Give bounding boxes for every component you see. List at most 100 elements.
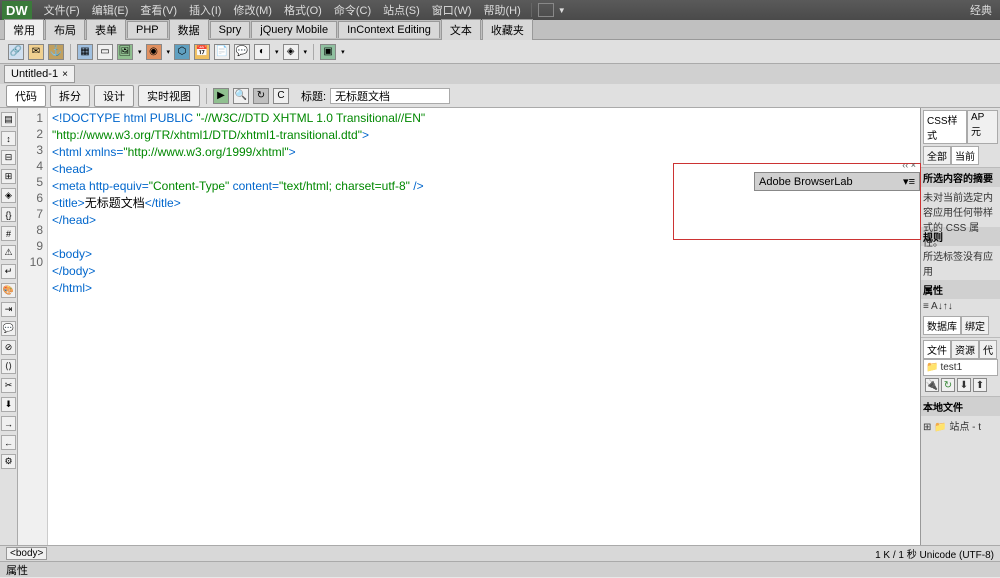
date-icon[interactable]: 📅 bbox=[194, 44, 210, 60]
css-styles-tab[interactable]: CSS样式 bbox=[923, 110, 967, 144]
syntax-coloring-icon[interactable]: 🎨 bbox=[1, 283, 16, 298]
tab-forms[interactable]: 表单 bbox=[86, 19, 126, 40]
div-icon[interactable]: ▭ bbox=[97, 44, 113, 60]
put-icon[interactable]: ⬆ bbox=[973, 378, 987, 392]
get-icon[interactable]: ⬇ bbox=[957, 378, 971, 392]
tab-favorites[interactable]: 收藏夹 bbox=[482, 19, 533, 40]
layout-dropdown[interactable]: ▼ bbox=[558, 6, 566, 15]
properties-bar[interactable]: 属性 bbox=[0, 561, 1000, 577]
document-tab[interactable]: Untitled-1 × bbox=[4, 65, 75, 83]
tag-selector[interactable]: <body> bbox=[6, 547, 47, 560]
tab-jquery-mobile[interactable]: jQuery Mobile bbox=[251, 21, 337, 38]
move-css-icon[interactable]: ⬇ bbox=[1, 397, 16, 412]
menu-site[interactable]: 站点(S) bbox=[377, 2, 426, 18]
css-current-tab[interactable]: 当前 bbox=[951, 146, 979, 165]
title-input[interactable] bbox=[330, 88, 450, 104]
wrap-tag-icon[interactable]: ⟨⟩ bbox=[1, 359, 16, 374]
refresh-icon[interactable]: ↻ bbox=[253, 88, 269, 104]
inspect-icon[interactable]: 🔍 bbox=[233, 88, 249, 104]
css-all-tab[interactable]: 全部 bbox=[923, 146, 951, 165]
split-view-button[interactable]: 拆分 bbox=[50, 85, 90, 107]
apply-comment-icon[interactable]: 💬 bbox=[1, 321, 16, 336]
bindings-tab[interactable]: 绑定 bbox=[961, 316, 989, 335]
files-tab[interactable]: 文件 bbox=[923, 340, 951, 359]
menu-edit[interactable]: 编辑(E) bbox=[86, 2, 135, 18]
live-view-button[interactable]: 实时视图 bbox=[138, 85, 200, 107]
menu-help[interactable]: 帮助(H) bbox=[478, 2, 527, 18]
browserlab-panel[interactable]: ‹‹ × Adobe BrowserLab ▾≡ bbox=[673, 163, 921, 240]
menu-format[interactable]: 格式(O) bbox=[278, 2, 328, 18]
expand-icon[interactable]: ⊞ bbox=[923, 422, 931, 433]
document-tabbar: Untitled-1 × bbox=[0, 64, 1000, 84]
tab-layout[interactable]: 布局 bbox=[45, 19, 85, 40]
site-selector[interactable]: 📁 test1 bbox=[923, 359, 998, 376]
widget-icon[interactable]: ⬡ bbox=[174, 44, 190, 60]
collapse-icon[interactable]: ⊟ bbox=[1, 150, 16, 165]
remove-comment-icon[interactable]: ⊘ bbox=[1, 340, 16, 355]
ap-elements-tab[interactable]: AP 元 bbox=[967, 110, 998, 144]
word-wrap-icon[interactable]: ↵ bbox=[1, 264, 16, 279]
insert-toolbar: 🔗 ✉ ⚓ ▦ ▭ 🖼 ▾ ◉ ▾ ⬡ 📅 📄 💬 ◐ ▾ ◈ ▾ ▣ ▾ bbox=[0, 40, 1000, 64]
tab-incontext[interactable]: InContext Editing bbox=[338, 21, 440, 38]
recent-snippets-icon[interactable]: ✂ bbox=[1, 378, 16, 393]
head-dropdown[interactable]: ▾ bbox=[275, 48, 279, 56]
tab-text[interactable]: 文本 bbox=[441, 19, 481, 40]
browserlab-header[interactable]: Adobe BrowserLab ▾≡ bbox=[754, 172, 920, 191]
email-icon[interactable]: ✉ bbox=[28, 44, 44, 60]
table-icon[interactable]: ▦ bbox=[77, 44, 93, 60]
database-tab[interactable]: 数据库 bbox=[923, 316, 961, 335]
indent-icon[interactable]: → bbox=[1, 416, 16, 431]
panel-menu-icon[interactable]: ▾≡ bbox=[903, 175, 915, 188]
refresh-files-icon[interactable]: ↻ bbox=[941, 378, 955, 392]
connect-icon[interactable]: 🔌 bbox=[925, 378, 939, 392]
panel-window-controls[interactable]: ‹‹ × bbox=[902, 160, 916, 170]
live-code-icon[interactable]: ▶ bbox=[213, 88, 229, 104]
files-toolbar: 🔌 ↻ ⬇ ⬆ bbox=[923, 376, 998, 394]
tab-spry[interactable]: Spry bbox=[210, 21, 251, 38]
hyperlink-icon[interactable]: 🔗 bbox=[8, 44, 24, 60]
script-dropdown[interactable]: ▾ bbox=[304, 48, 308, 56]
comment-icon[interactable]: 💬 bbox=[234, 44, 250, 60]
image-icon[interactable]: 🖼 bbox=[117, 44, 133, 60]
server-include-icon[interactable]: 📄 bbox=[214, 44, 230, 60]
menu-modify[interactable]: 修改(M) bbox=[227, 2, 278, 18]
properties-toolbar[interactable]: ≡ A↓↑↓ bbox=[921, 299, 1000, 314]
tab-data[interactable]: 数据 bbox=[169, 19, 209, 40]
anchor-icon[interactable]: ⚓ bbox=[48, 44, 64, 60]
design-view-button[interactable]: 设计 bbox=[94, 85, 134, 107]
tab-php[interactable]: PHP bbox=[127, 21, 168, 38]
templates-icon[interactable]: ▣ bbox=[320, 44, 336, 60]
media-dropdown[interactable]: ▾ bbox=[167, 48, 171, 56]
highlight-invalid-icon[interactable]: ⚠ bbox=[1, 245, 16, 260]
select-parent-icon[interactable]: ◈ bbox=[1, 188, 16, 203]
browser-check-icon[interactable]: C bbox=[273, 88, 289, 104]
close-icon[interactable]: × bbox=[62, 69, 68, 80]
file-tree[interactable]: ⊞ 📁 站点 - t bbox=[921, 416, 1000, 435]
auto-indent-icon[interactable]: ⇥ bbox=[1, 302, 16, 317]
show-code-navigator-icon[interactable]: ↕ bbox=[1, 131, 16, 146]
code-editor[interactable]: 1 2 3 4 5 6 7 8 9 10 <!DOCTYPE html PUBL… bbox=[18, 108, 920, 545]
head-icon[interactable]: ◐ bbox=[254, 44, 270, 60]
assets-tab[interactable]: 资源 bbox=[951, 340, 979, 359]
snippets-tab[interactable]: 代 bbox=[979, 340, 997, 359]
toolbar-separator bbox=[313, 44, 314, 60]
expand-icon[interactable]: ⊞ bbox=[1, 169, 16, 184]
image-dropdown[interactable]: ▾ bbox=[138, 48, 142, 56]
menu-file[interactable]: 文件(F) bbox=[38, 2, 86, 18]
templates-dropdown[interactable]: ▾ bbox=[341, 48, 345, 56]
line-numbers-icon[interactable]: # bbox=[1, 226, 16, 241]
media-icon[interactable]: ◉ bbox=[146, 44, 162, 60]
menu-command[interactable]: 命令(C) bbox=[328, 2, 377, 18]
layout-icon[interactable] bbox=[538, 3, 554, 17]
balance-braces-icon[interactable]: {} bbox=[1, 207, 16, 222]
format-source-icon[interactable]: ⚙ bbox=[1, 454, 16, 469]
open-documents-icon[interactable]: ▤ bbox=[1, 112, 16, 127]
tab-common[interactable]: 常用 bbox=[4, 19, 44, 40]
script-icon[interactable]: ◈ bbox=[283, 44, 299, 60]
outdent-icon[interactable]: ← bbox=[1, 435, 16, 450]
menu-window[interactable]: 窗口(W) bbox=[426, 2, 478, 18]
code-view-button[interactable]: 代码 bbox=[6, 85, 46, 107]
workspace-label[interactable]: 经典 bbox=[964, 2, 998, 18]
menu-view[interactable]: 查看(V) bbox=[134, 2, 183, 18]
menu-insert[interactable]: 插入(I) bbox=[183, 2, 227, 18]
